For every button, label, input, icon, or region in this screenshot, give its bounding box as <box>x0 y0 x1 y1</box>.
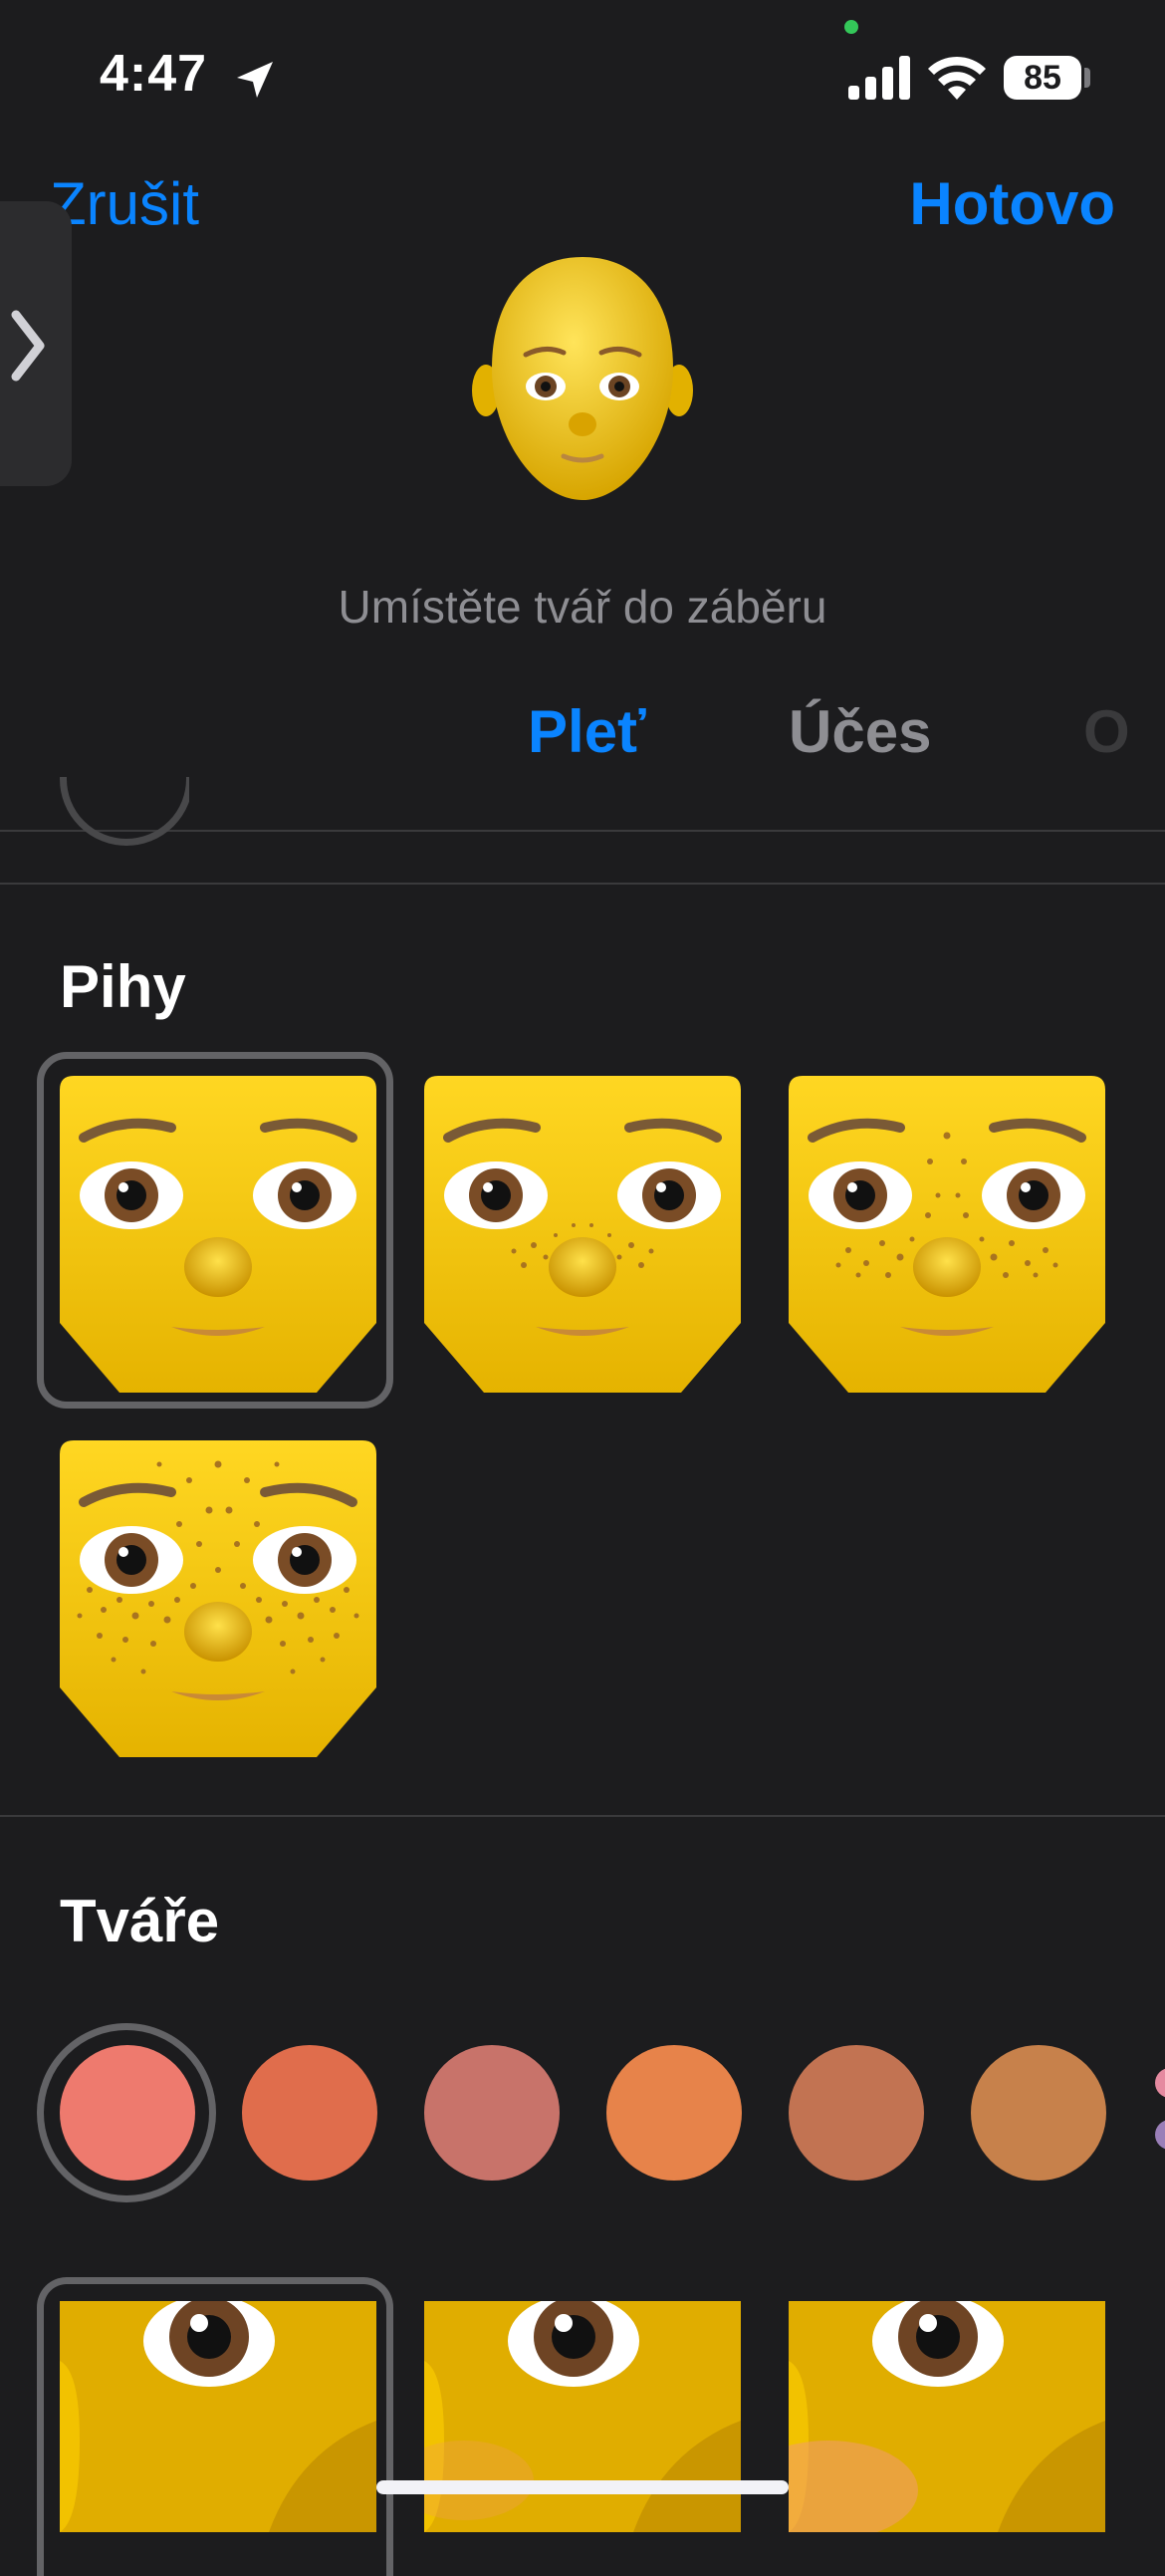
camera-in-use-indicator <box>844 20 858 34</box>
cheek-color-swatch-6[interactable] <box>971 2045 1106 2181</box>
cheek-shape-option-1[interactable] <box>60 2301 376 2532</box>
done-button[interactable]: Hotovo <box>909 169 1115 238</box>
memoji-preview-avatar <box>472 257 693 500</box>
freckles-option-heavy[interactable] <box>60 1440 376 1757</box>
face-preview-light-freckles <box>424 1076 741 1393</box>
freckles-option-none[interactable] <box>60 1076 376 1393</box>
status-time: 4:47 <box>100 45 208 103</box>
cheek-color-partial-1[interactable] <box>1155 2068 1165 2098</box>
cheek-preview-1 <box>60 2301 376 2532</box>
cheek-shape-option-3[interactable] <box>789 2301 1105 2532</box>
cheek-color-partial-2[interactable] <box>1155 2120 1165 2150</box>
freckles-option-medium[interactable] <box>789 1076 1105 1393</box>
cheeks-title: Tváře <box>60 1888 220 1954</box>
cheek-shape-option-2[interactable] <box>424 2301 741 2532</box>
cellular-signal-icon <box>848 56 910 100</box>
cheek-color-swatch-5[interactable] <box>789 2045 924 2181</box>
wifi-icon <box>928 56 986 100</box>
section-divider <box>0 883 1165 885</box>
location-arrow-icon <box>237 62 273 98</box>
home-indicator[interactable] <box>376 2480 789 2494</box>
cheek-preview-2 <box>424 2301 741 2532</box>
tab-skin[interactable]: Pleť <box>528 697 646 766</box>
chevron-right-icon <box>11 310 45 382</box>
battery-indicator: 85 <box>1004 56 1081 100</box>
side-panel-handle[interactable] <box>0 201 72 486</box>
face-framing-hint: Umístěte tvář do záběru <box>338 581 827 633</box>
tab-hairstyle[interactable]: Účes <box>789 697 931 766</box>
cheek-preview-3 <box>789 2301 1105 2532</box>
freckles-title: Pihy <box>60 953 186 1020</box>
cheek-color-swatch-3[interactable] <box>424 2045 560 2181</box>
face-preview-medium-freckles <box>789 1076 1105 1393</box>
face-preview-no-freckles <box>60 1076 376 1393</box>
tab-next-partial[interactable]: O <box>1083 697 1130 766</box>
cheek-color-swatch-4[interactable] <box>606 2045 742 2181</box>
cheek-color-swatch-2[interactable] <box>242 2045 377 2181</box>
cancel-button[interactable]: Zrušit <box>50 169 199 238</box>
battery-nub <box>1084 68 1090 88</box>
section-divider-2 <box>0 1815 1165 1817</box>
face-preview-heavy-freckles <box>60 1440 376 1757</box>
cheek-color-swatch-1[interactable] <box>60 2045 195 2181</box>
freckles-option-light[interactable] <box>424 1076 741 1393</box>
partial-selection-ring <box>60 777 189 847</box>
